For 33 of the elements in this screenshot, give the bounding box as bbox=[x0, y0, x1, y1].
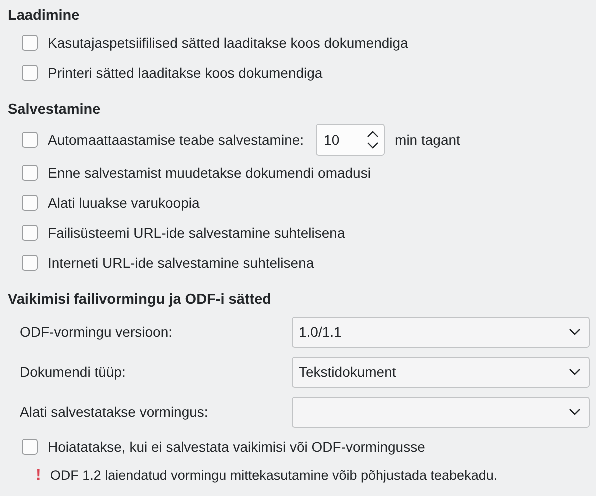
stepper-arrows-icon[interactable] bbox=[367, 131, 380, 149]
checkbox[interactable] bbox=[22, 225, 38, 241]
field-label: Dokumendi tüüp: bbox=[20, 362, 127, 382]
section-heading: Laadimine bbox=[8, 7, 81, 26]
checkbox-label[interactable]: Automaattaastamise teabe salvestamine: bbox=[48, 130, 304, 150]
spin-field[interactable]: 10 bbox=[316, 124, 386, 156]
chevron-down-icon bbox=[569, 408, 581, 416]
section-heading: Vaikimisi failivormingu ja ODF-i sätted bbox=[8, 291, 272, 310]
unit-label: min tagant bbox=[395, 130, 460, 150]
section-heading: Salvestamine bbox=[8, 101, 102, 120]
field-label: ODF-vormingu versioon: bbox=[20, 322, 174, 342]
checkbox[interactable] bbox=[22, 132, 38, 148]
checkbox[interactable] bbox=[22, 165, 38, 181]
checkbox-label[interactable]: Printeri sätted laaditakse koos dokumendiga bbox=[48, 62, 323, 84]
chevron-down-icon bbox=[569, 368, 581, 376]
checkbox-label[interactable]: Alati luuakse varukoopia bbox=[48, 192, 200, 214]
checkbox[interactable] bbox=[22, 255, 38, 271]
checkbox[interactable] bbox=[22, 439, 38, 455]
checkbox-label[interactable]: Interneti URL-ide salvestamine suhtelisena bbox=[48, 252, 314, 274]
chevron-down-icon bbox=[569, 328, 581, 336]
checkbox-label[interactable]: Hoiatatakse, kui ei salvestata vaikimisi või ODF-vormingusse bbox=[48, 436, 426, 458]
warning-icon: ! bbox=[36, 464, 42, 488]
checkbox[interactable] bbox=[22, 65, 38, 81]
field-label: Alati salvestatakse vormingus: bbox=[20, 402, 210, 422]
warning-text: ODF 1.2 laiendatud vormingu mittekasutamine võib põhjustada teabekadu. bbox=[50, 466, 498, 485]
checkbox-label[interactable]: Failisüsteemi URL-ide salvestamine suhtelisena bbox=[48, 222, 346, 244]
checkbox-label[interactable]: Enne salvestamist muudetakse dokumendi omadusi bbox=[48, 162, 371, 184]
dropdown[interactable]: Tekstidokument bbox=[292, 356, 590, 388]
dropdown[interactable]: 1.0/1.1 bbox=[292, 316, 590, 348]
checkbox-label[interactable]: Kasutajaspetsiifilised sätted laaditakse koos dokumendiga bbox=[48, 32, 408, 54]
dropdown[interactable] bbox=[292, 396, 590, 428]
checkbox[interactable] bbox=[22, 35, 38, 51]
checkbox[interactable] bbox=[22, 195, 38, 211]
